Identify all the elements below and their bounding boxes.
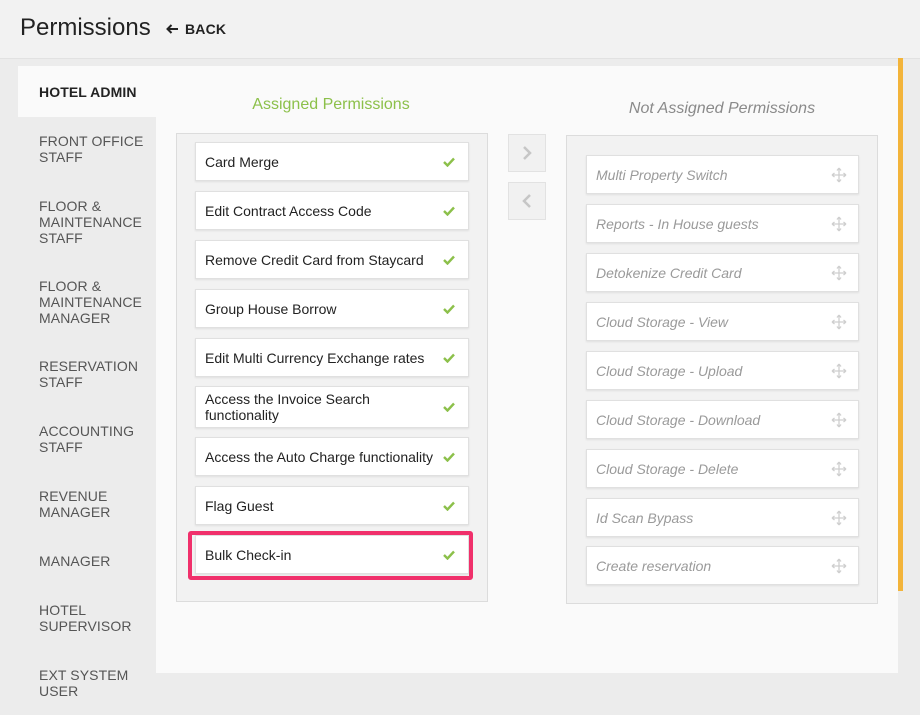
sidebar-item-label: ACCOUNTING	[39, 423, 135, 439]
checkmark-icon	[443, 304, 455, 314]
chevron-right-icon	[523, 146, 532, 160]
page-title: Permissions	[20, 14, 151, 41]
checkmark-icon	[443, 255, 455, 265]
item-label: Id Scan Bypass	[596, 509, 694, 526]
sidebar-item-floor-maintenance-manager[interactable]: FLOOR & MAINTENANCE MANAGER	[18, 278, 156, 326]
not-assigned-item[interactable]: Multi Property Switch	[586, 155, 859, 194]
move-icon	[831, 558, 847, 573]
move-icon	[831, 412, 847, 427]
move-icon	[831, 216, 847, 231]
sidebar-item-front-office-staff[interactable]: FRONT OFFICE STAFF	[18, 133, 156, 165]
sidebar-item-label: STAFF	[39, 374, 83, 390]
role-sidebar: HOTEL ADMIN FRONT OFFICE STAFF FLOOR & M…	[18, 66, 156, 699]
checkmark-icon	[443, 501, 455, 511]
sidebar-item-revenue-manager[interactable]: REVENUE MANAGER	[18, 488, 156, 520]
sidebar-item-floor-maintenance-staff[interactable]: FLOOR & MAINTENANCE STAFF	[18, 198, 156, 246]
item-label: Cloud Storage - Download	[596, 411, 761, 428]
sidebar-item-label: HOTEL	[39, 602, 87, 618]
item-label: Access the Invoice Search functionality	[205, 391, 370, 423]
checkmark-icon	[443, 206, 455, 216]
checkmark-icon	[443, 402, 455, 412]
sidebar-item-label: RESERVATION	[39, 358, 139, 374]
sidebar-item-hotel-admin[interactable]: HOTEL ADMIN	[18, 66, 156, 117]
sidebar-item-reservation-staff[interactable]: RESERVATION STAFF	[18, 358, 156, 390]
item-label: Card Merge	[205, 153, 279, 170]
item-label: Reports - In House guests	[596, 215, 759, 232]
assign-button[interactable]	[508, 134, 546, 172]
assigned-item[interactable]: Access the Invoice Search functionality	[195, 386, 469, 428]
sidebar-item-label: EXT SYSTEM	[39, 667, 129, 683]
item-label: Group House Borrow	[205, 300, 337, 317]
back-label: BACK	[185, 21, 227, 37]
sidebar-item-ext-system-user[interactable]: EXT SYSTEM USER	[18, 667, 156, 699]
move-icon	[831, 167, 847, 182]
sidebar-item-label: STAFF	[39, 230, 83, 246]
unassign-button[interactable]	[508, 182, 546, 220]
sidebar-item-label: MAINTENANCE	[39, 214, 142, 230]
checkmark-icon	[443, 452, 455, 462]
sidebar-item-label: SUPERVISOR	[39, 618, 132, 634]
assigned-item-bulk-check-in[interactable]: Bulk Check-in	[195, 535, 469, 574]
sidebar-item-label: USER	[39, 683, 79, 699]
item-label: Edit Multi Currency Exchange rates	[205, 349, 425, 366]
assigned-item[interactable]: Access the Auto Charge functionality	[195, 437, 469, 476]
chevron-left-icon	[522, 194, 531, 208]
sidebar-item-label: STAFF	[39, 439, 83, 455]
not-assigned-item[interactable]: Cloud Storage - Upload	[586, 351, 859, 390]
checkmark-icon	[443, 550, 455, 560]
item-label: Cloud Storage - Delete	[596, 460, 739, 477]
scroll-accent-bar[interactable]	[898, 58, 903, 591]
sidebar-item-label: FRONT OFFICE	[39, 133, 144, 149]
move-icon	[831, 314, 847, 329]
item-label: Flag Guest	[205, 497, 274, 514]
assigned-item[interactable]: Group House Borrow	[195, 289, 469, 328]
assigned-permissions-title: Assigned Permissions	[252, 96, 410, 113]
move-icon	[831, 363, 847, 378]
not-assigned-item[interactable]: Cloud Storage - Delete	[586, 449, 859, 488]
sidebar-item-label: MANAGER	[39, 310, 111, 326]
assigned-item[interactable]: Flag Guest	[195, 486, 469, 525]
sidebar-item-label: FLOOR &	[39, 198, 102, 214]
assigned-item[interactable]: Edit Contract Access Code	[195, 191, 469, 230]
not-assigned-item[interactable]: Cloud Storage - Download	[586, 400, 859, 439]
sidebar-item-label: MANAGER	[39, 504, 111, 520]
item-label: Edit Contract Access Code	[205, 202, 372, 219]
assigned-item[interactable]: Remove Credit Card from Staycard	[195, 240, 469, 279]
sidebar-item-label: MAINTENANCE	[39, 294, 142, 310]
item-label: Cloud Storage - View	[596, 313, 729, 330]
sidebar-item-label: MANAGER	[39, 553, 111, 569]
not-assigned-item[interactable]: Id Scan Bypass	[586, 498, 859, 537]
checkmark-icon	[443, 353, 455, 363]
move-icon	[831, 510, 847, 525]
page-header: Permissions BACK	[0, 0, 920, 59]
arrow-left-icon	[166, 24, 178, 34]
item-label: Create reservation	[596, 557, 712, 574]
move-icon	[831, 461, 847, 476]
item-label: Multi Property Switch	[596, 166, 728, 183]
sidebar-item-label: FLOOR &	[39, 278, 102, 294]
move-icon	[831, 265, 847, 280]
sidebar-item-hotel-supervisor[interactable]: HOTEL SUPERVISOR	[18, 602, 156, 634]
sidebar-item-label: REVENUE	[39, 488, 108, 504]
not-assigned-item[interactable]: Cloud Storage - View	[586, 302, 859, 341]
not-assigned-item[interactable]: Create reservation	[586, 546, 859, 585]
sidebar-item-label: STAFF	[39, 149, 83, 165]
assigned-item[interactable]: Edit Multi Currency Exchange rates	[195, 338, 469, 377]
sidebar-item-manager[interactable]: MANAGER	[18, 553, 156, 569]
assigned-item[interactable]: Card Merge	[195, 142, 469, 181]
item-label: Cloud Storage - Upload	[596, 362, 743, 379]
item-label: Remove Credit Card from Staycard	[205, 251, 424, 268]
item-label: Access the Auto Charge functionality	[205, 448, 434, 465]
not-assigned-permissions-title: Not Assigned Permissions	[628, 100, 816, 117]
not-assigned-item[interactable]: Reports - In House guests	[586, 204, 859, 243]
item-label: Detokenize Credit Card	[596, 264, 742, 281]
checkmark-icon	[443, 157, 455, 167]
sidebar-item-label: HOTEL ADMIN	[39, 83, 137, 100]
item-label: Bulk Check-in	[205, 546, 292, 563]
sidebar-item-accounting-staff[interactable]: ACCOUNTING STAFF	[18, 423, 156, 455]
back-button[interactable]: BACK	[166, 21, 226, 37]
not-assigned-item[interactable]: Detokenize Credit Card	[586, 253, 859, 292]
